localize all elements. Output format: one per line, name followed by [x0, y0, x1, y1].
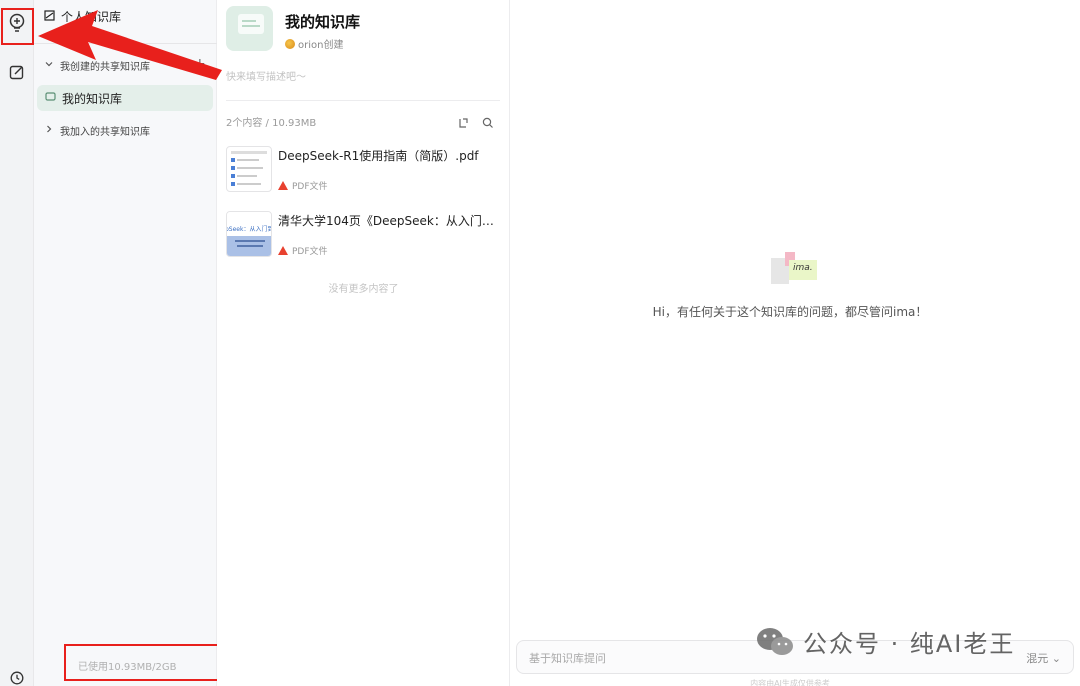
chat-hint: 内容由AI生成仅供参考 — [750, 679, 830, 686]
app-window: 个人知识库 我创建的共享知识库 + 我的知识库 我加入的共享知识库 已使用10.… — [0, 0, 1080, 686]
file-name: 清华大学104页《DeepSeek：从入门到精通》.pdf — [278, 214, 504, 228]
storage-label: 已使用10.93MB/2GB — [78, 662, 177, 673]
joined-group-label: 我加入的共享知识库 — [60, 127, 150, 138]
file-name: DeepSeek-R1使用指南（简版）.pdf — [278, 149, 479, 163]
file-type: PDF文件 — [278, 179, 328, 192]
watermark: 公众号 · 纯AI老王 — [755, 624, 1015, 659]
file-thumbnail — [226, 146, 272, 192]
no-more-label: 没有更多内容了 — [328, 284, 399, 295]
personal-kb-label: 个人知识库 — [61, 10, 122, 24]
sidebar-item-my-kb[interactable]: 我的知识库 — [37, 85, 213, 111]
content-count: 2个内容 / 10.93MB — [226, 118, 317, 129]
wechat-icon — [755, 626, 795, 658]
avatar — [285, 38, 295, 49]
pdf-icon — [278, 246, 288, 255]
file-item[interactable]: pSeek：从入门到 清华大学104页《DeepSeek：从入门到精通》.pdf… — [226, 211, 506, 259]
chevron-down-icon: ⌄ — [1051, 652, 1061, 665]
kb-item-label: 我的知识库 — [62, 91, 123, 106]
content-divider — [226, 100, 500, 101]
file-thumbnail: pSeek：从入门到 — [226, 211, 272, 257]
kb-description[interactable]: 快来填写描述吧～ — [226, 68, 306, 83]
watermark-text: 公众号 · 纯AI老王 — [803, 630, 1016, 658]
kb-title: 我的知识库 — [285, 13, 361, 31]
storage-usage: 已使用10.93MB/2GB — [64, 644, 225, 681]
ima-logo: ima. — [771, 252, 819, 286]
history-icon[interactable] — [3, 664, 31, 686]
file-type-label: PDF文件 — [292, 182, 328, 192]
kb-sidebar: 个人知识库 我创建的共享知识库 + 我的知识库 我加入的共享知识库 已使用10.… — [34, 0, 225, 686]
kb-creator: orion创建 — [285, 36, 343, 51]
joined-shared-kb-group[interactable]: 我加入的共享知识库 — [44, 123, 150, 138]
pdf-icon — [278, 181, 288, 190]
add-kb-icon[interactable]: + — [194, 56, 206, 72]
kb-cover-image — [226, 6, 273, 51]
thumb-text: pSeek：从入门到 — [226, 226, 272, 233]
sidebar-divider — [34, 43, 217, 44]
model-selector[interactable]: 混元 ⌄ — [1026, 650, 1061, 666]
model-label: 混元 — [1026, 652, 1049, 665]
import-icon[interactable] — [457, 114, 471, 128]
file-type: PDF文件 — [278, 244, 328, 257]
kb-content-pane: 我的知识库 orion创建 快来填写描述吧～ 2个内容 / 10.93MB De… — [217, 0, 510, 686]
chevron-down-icon — [44, 59, 54, 72]
created-shared-kb-group[interactable]: 我创建的共享知识库 — [44, 58, 150, 73]
personal-kb-icon — [44, 9, 55, 24]
created-group-label: 我创建的共享知识库 — [60, 62, 150, 73]
file-item[interactable]: DeepSeek-R1使用指南（简版）.pdf PDF文件 — [226, 146, 506, 194]
ima-logo-text: ima. — [793, 263, 813, 273]
edit-icon[interactable] — [3, 58, 31, 86]
chevron-right-icon — [44, 124, 54, 137]
search-icon[interactable] — [482, 114, 496, 128]
annotation-highlight-box — [1, 8, 34, 45]
kb-item-icon — [45, 91, 56, 105]
personal-kb-header[interactable]: 个人知识库 — [44, 8, 121, 25]
icon-rail — [0, 0, 34, 686]
chat-pane: ima. Hi，有任何关于这个知识库的问题，都尽管问ima！ 混元 ⌄ 内容由A… — [510, 0, 1080, 686]
chat-greeting: Hi，有任何关于这个知识库的问题，都尽管问ima！ — [652, 305, 928, 319]
creator-label: orion创建 — [298, 40, 344, 51]
file-type-label: PDF文件 — [292, 247, 328, 257]
